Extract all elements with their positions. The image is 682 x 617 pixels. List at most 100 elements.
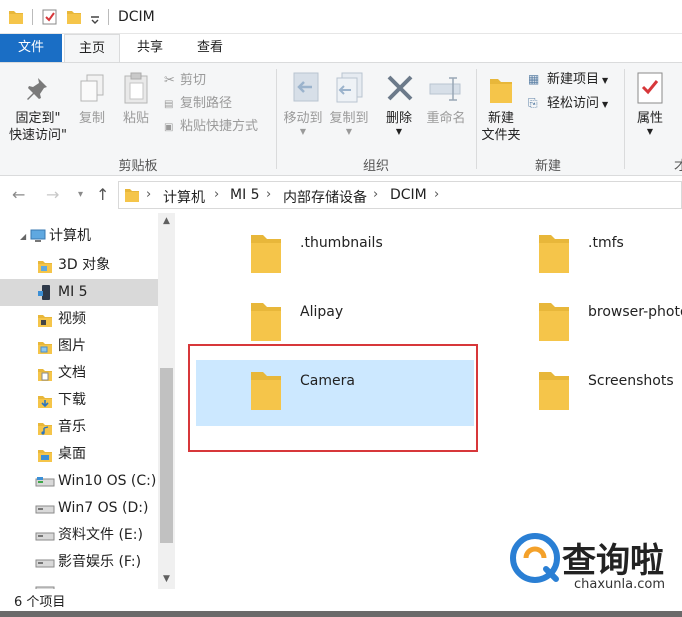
rename-button[interactable]: 重命名 <box>422 110 470 127</box>
sidebar-item-drive-f[interactable]: 影音娱乐 (F:) <box>0 549 158 576</box>
new-folder-button[interactable]: 新建 文件夹 <box>478 110 524 144</box>
computer-icon <box>30 229 46 242</box>
chevron-down-icon: ▼ <box>602 100 609 109</box>
sidebar-item-drive-d[interactable]: Win7 OS (D:) <box>0 495 158 522</box>
recent-locations-chevron-icon[interactable]: ▾ <box>78 185 83 205</box>
sidebar-item-drive-e[interactable]: 资料文件 (E:) <box>0 522 158 549</box>
folder-icon <box>251 235 281 273</box>
tab-view[interactable]: 查看 <box>182 34 238 62</box>
annotation-highlight-box <box>188 344 478 452</box>
breadcrumb-chevron-icon[interactable]: › <box>266 187 271 202</box>
sidebar-item-drive-c[interactable]: Win10 OS (C:) <box>0 468 158 495</box>
folder-item[interactable]: browser-photo <box>486 291 682 357</box>
address-bar[interactable]: › 计算机 › MI 5 › 内部存储设备 › DCIM › <box>118 181 682 209</box>
title-bar: DCIM <box>0 0 682 34</box>
sidebar-item-pictures[interactable]: 图片 <box>0 333 158 360</box>
breadcrumb-item[interactable]: 内部存储设备 <box>283 187 367 207</box>
drive-icon <box>35 532 55 541</box>
new-folder-icon[interactable] <box>66 8 82 26</box>
breadcrumb-chevron-icon[interactable]: › <box>434 187 439 202</box>
folder-item[interactable]: .thumbnails <box>196 223 476 289</box>
breadcrumb-item[interactable]: DCIM <box>390 187 427 203</box>
clipboard-icon <box>124 72 148 104</box>
group-label-organize: 组织 <box>362 159 389 174</box>
copy-icon <box>80 74 104 102</box>
downloads-folder-icon <box>38 396 52 408</box>
video-folder-icon <box>38 315 52 327</box>
copy-button[interactable]: 复制 <box>74 110 110 127</box>
move-to-button[interactable]: 移动到 ▼ <box>280 110 326 137</box>
folder-icon[interactable] <box>8 8 24 26</box>
chevron-down-icon: ▼ <box>345 127 353 136</box>
paste-shortcut-button[interactable]: ▣ 粘贴快捷方式 <box>164 117 258 137</box>
folder-icon <box>539 235 569 273</box>
chevron-down-icon[interactable] <box>89 8 101 26</box>
forward-arrow-icon[interactable]: → <box>46 185 59 205</box>
music-folder-icon <box>38 423 52 435</box>
drive-icon <box>35 559 55 568</box>
sidebar-item-downloads[interactable]: 下载 <box>0 387 158 414</box>
sidebar-item-clipped <box>0 576 158 589</box>
window-title: DCIM <box>118 9 155 25</box>
folder-icon <box>125 189 139 202</box>
folder-item[interactable]: .tmfs <box>486 223 682 289</box>
copy-to-button[interactable]: 复制到 ▼ <box>326 110 372 137</box>
properties-check-icon[interactable] <box>42 8 58 26</box>
sidebar-item-music[interactable]: 音乐 <box>0 414 158 441</box>
drive-icon <box>35 477 55 487</box>
ribbon-divider <box>276 69 277 169</box>
scroll-down-arrow-icon[interactable]: ▼ <box>158 571 175 588</box>
watermark-logo-icon <box>510 533 560 583</box>
sidebar-item-mi5[interactable]: MI 5 <box>0 279 158 306</box>
breadcrumb-chevron-icon[interactable]: › <box>373 187 378 202</box>
rename-icon <box>429 77 461 101</box>
scroll-up-arrow-icon[interactable]: ▲ <box>158 213 175 230</box>
group-label-new: 新建 <box>534 159 561 174</box>
ribbon-tabs: 文件 主页 共享 查看 <box>0 34 682 62</box>
breadcrumb-chevron-icon[interactable]: › <box>214 187 219 202</box>
tab-share[interactable]: 共享 <box>124 34 176 62</box>
pictures-folder-icon <box>38 342 52 354</box>
group-label-clipboard: 剪贴板 <box>118 159 158 174</box>
tab-file[interactable]: 文件 <box>0 34 62 62</box>
documents-folder-icon <box>38 369 52 381</box>
new-item-button[interactable]: ▦ 新建项目 ▼ <box>528 69 608 89</box>
sidebar-item-3d-objects[interactable]: 3D 对象 <box>0 252 158 279</box>
folder-item[interactable]: Screenshots <box>486 360 682 426</box>
ribbon-divider <box>476 69 477 169</box>
chevron-down-icon: ▼ <box>299 127 307 136</box>
sidebar-item-documents[interactable]: 文档 <box>0 360 158 387</box>
sidebar-item-computer[interactable]: ◢ 计算机 <box>0 223 158 250</box>
delete-x-icon <box>387 75 413 101</box>
sidebar-scrollbar[interactable]: ▲ ▼ <box>158 213 175 589</box>
copy-to-icon <box>336 72 363 103</box>
new-folder-large-icon <box>490 79 512 103</box>
breadcrumb-chevron-icon[interactable]: › <box>146 187 151 202</box>
chevron-down-icon[interactable]: ◢ <box>20 223 26 250</box>
easy-access-button[interactable]: ⎘ 轻松访问 ▼ <box>528 93 608 113</box>
file-explorer-window: DCIM 文件 主页 共享 查看 固定到" 快速访问" 复制 粘贴 ✂ 剪切 ▤ 复… <box>0 0 682 617</box>
3d-objects-icon <box>38 261 52 273</box>
scrollbar-thumb[interactable] <box>160 368 173 543</box>
chevron-down-icon: ▼ <box>646 127 654 136</box>
back-arrow-icon[interactable]: ← <box>12 185 25 205</box>
paste-button[interactable]: 粘贴 <box>118 110 154 127</box>
copy-path-button[interactable]: ▤ 复制路径 <box>164 94 232 114</box>
sidebar-item-videos[interactable]: 视频 <box>0 306 158 333</box>
navigation-bar: ← → ▾ ↑ › 计算机 › MI 5 › 内部存储设备 › DCIM › <box>0 177 682 213</box>
breadcrumb-item[interactable]: MI 5 <box>230 187 260 203</box>
toolbar-divider <box>108 9 109 25</box>
breadcrumb-item[interactable]: 计算机 <box>163 187 205 207</box>
easy-access-icon: ⎘ <box>528 96 538 110</box>
delete-button[interactable]: 删除 ▼ <box>380 110 418 137</box>
watermark-text: 查询啦 <box>562 541 664 581</box>
item-count: 6 个项目 <box>14 595 66 610</box>
navigation-pane: ◢ 计算机 3D 对象 MI 5 视频 图片 文档 下载 音乐 桌面 Win10… <box>0 213 176 589</box>
pin-to-quick-access-button[interactable]: 固定到" 快速访问" <box>6 110 70 144</box>
chevron-down-icon: ▼ <box>602 76 609 85</box>
sidebar-item-desktop[interactable]: 桌面 <box>0 441 158 468</box>
up-arrow-icon[interactable]: ↑ <box>96 185 109 205</box>
properties-button[interactable]: 属性 ▼ <box>630 110 670 137</box>
tab-home[interactable]: 主页 <box>64 34 120 62</box>
cut-button[interactable]: ✂ 剪切 <box>164 71 206 91</box>
